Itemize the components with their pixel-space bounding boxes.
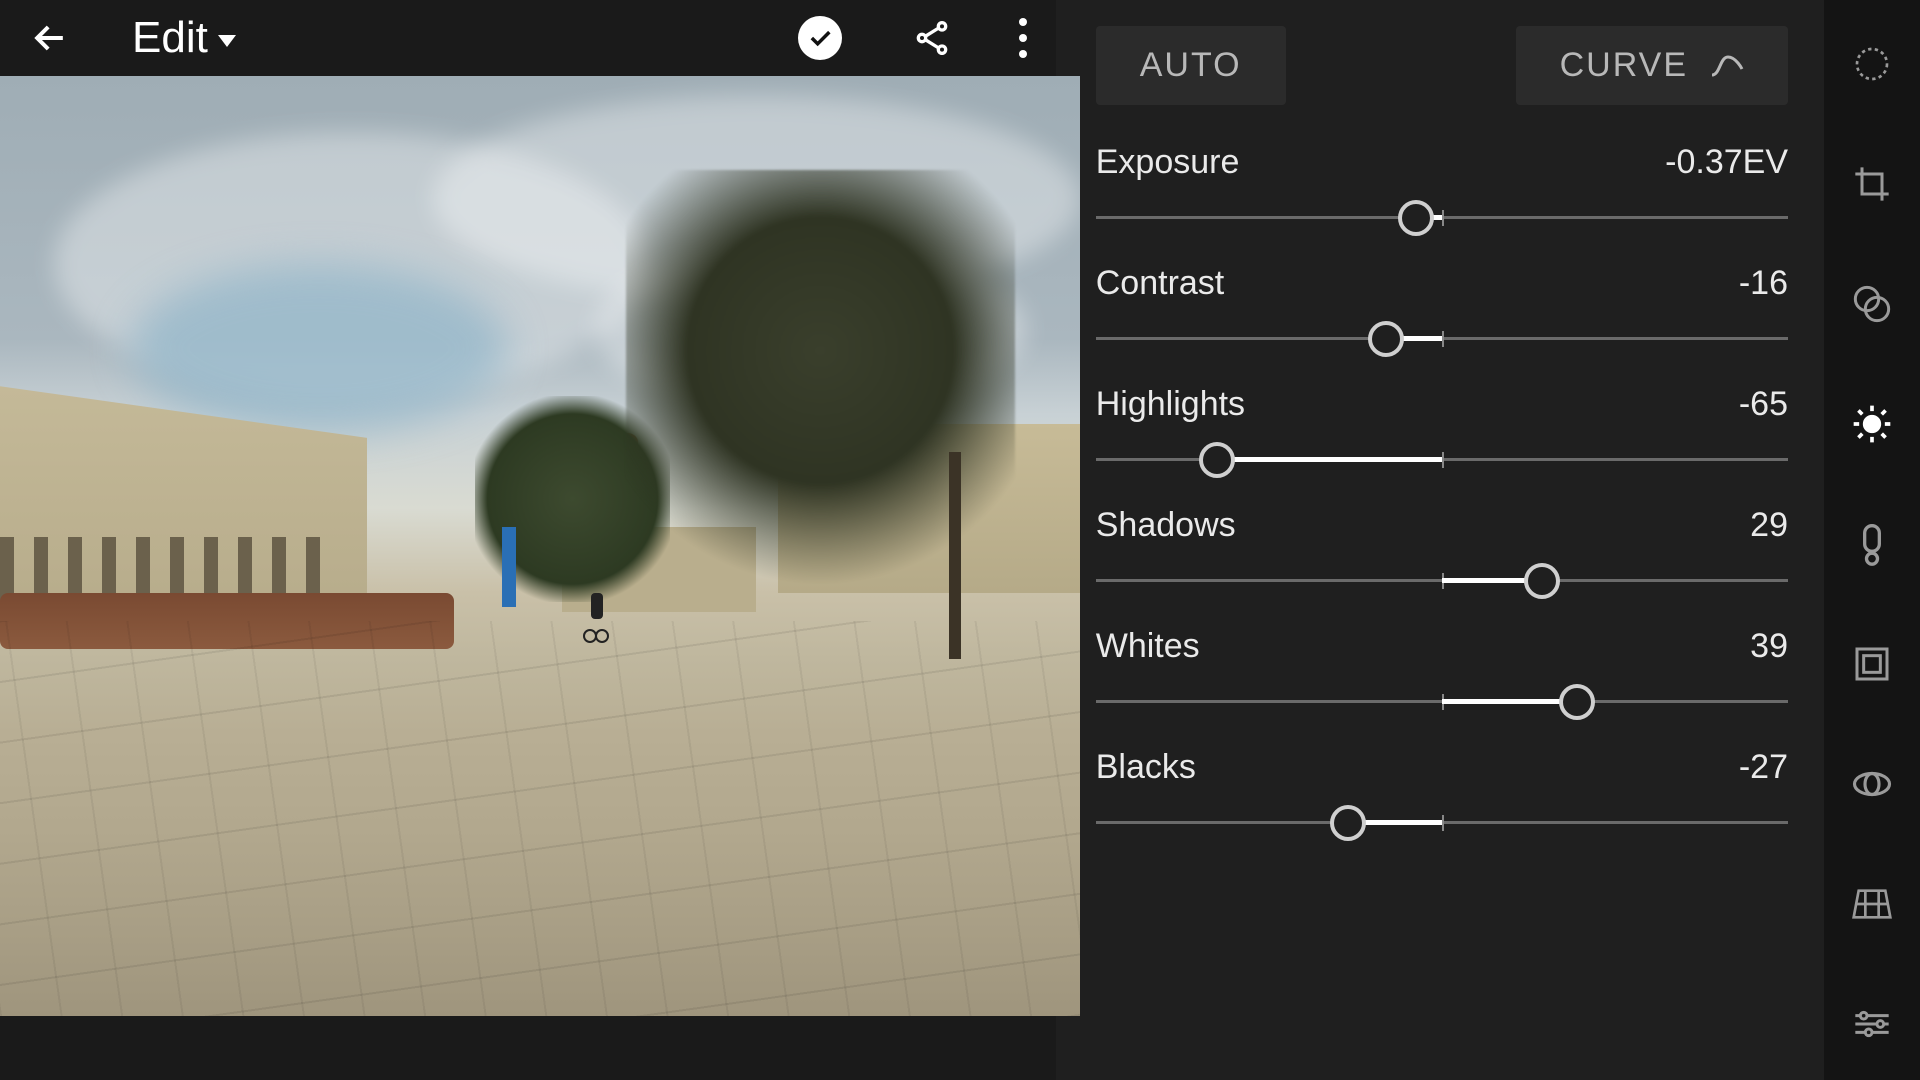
effects-tool-icon[interactable] — [1848, 640, 1896, 688]
shadows-slider[interactable]: Shadows 29 — [1096, 506, 1788, 599]
whites-slider[interactable]: Whites 39 — [1096, 627, 1788, 720]
photo-preview[interactable] — [0, 76, 1080, 1016]
light-tool-icon[interactable] — [1848, 400, 1896, 448]
whites-track[interactable] — [1096, 684, 1788, 720]
tool-rail — [1824, 0, 1920, 1080]
blacks-thumb[interactable] — [1330, 805, 1366, 841]
crop-tool-icon[interactable] — [1848, 160, 1896, 208]
highlights-slider[interactable]: Highlights -65 — [1096, 385, 1788, 478]
highlights-track[interactable] — [1096, 442, 1788, 478]
contrast-slider[interactable]: Contrast -16 — [1096, 264, 1788, 357]
blacks-label: Blacks — [1096, 748, 1196, 787]
healing-tool-icon[interactable] — [1848, 40, 1896, 88]
presets-tool-icon[interactable] — [1848, 280, 1896, 328]
mode-dropdown[interactable]: Edit — [132, 13, 236, 63]
contrast-value: -16 — [1739, 264, 1788, 303]
contrast-label: Contrast — [1096, 264, 1225, 303]
highlights-label: Highlights — [1096, 385, 1245, 424]
adjustments-panel: AUTO CURVE Exposure -0.37EV Contrast -16 Hig… — [1056, 0, 1920, 1080]
white-balance-tool-icon[interactable] — [1848, 520, 1896, 568]
shadows-value: 29 — [1750, 506, 1788, 545]
contrast-thumb[interactable] — [1368, 321, 1404, 357]
highlights-thumb[interactable] — [1199, 442, 1235, 478]
exposure-label: Exposure — [1096, 143, 1240, 182]
exposure-track[interactable] — [1096, 200, 1788, 236]
curve-icon — [1710, 55, 1744, 77]
shadows-label: Shadows — [1096, 506, 1236, 545]
optics-tool-icon[interactable] — [1848, 760, 1896, 808]
page-title: Edit — [132, 13, 208, 63]
blacks-value: -27 — [1739, 748, 1788, 787]
highlights-value: -65 — [1739, 385, 1788, 424]
geometry-tool-icon[interactable] — [1848, 880, 1896, 928]
whites-label: Whites — [1096, 627, 1200, 666]
settings-tool-icon[interactable] — [1848, 1000, 1896, 1048]
shadows-track[interactable] — [1096, 563, 1788, 599]
auto-button[interactable]: AUTO — [1096, 26, 1286, 105]
back-icon[interactable] — [28, 16, 72, 60]
share-icon[interactable] — [912, 18, 952, 58]
exposure-thumb[interactable] — [1398, 200, 1434, 236]
apply-button[interactable] — [798, 16, 842, 60]
shadows-thumb[interactable] — [1524, 563, 1560, 599]
exposure-slider[interactable]: Exposure -0.37EV — [1096, 143, 1788, 236]
top-bar: Edit — [0, 0, 1056, 76]
blacks-track[interactable] — [1096, 805, 1788, 841]
curve-label: CURVE — [1560, 46, 1688, 85]
exposure-value: -0.37EV — [1665, 143, 1788, 182]
curve-button[interactable]: CURVE — [1516, 26, 1788, 105]
contrast-track[interactable] — [1096, 321, 1788, 357]
preview-area: Edit — [0, 0, 1056, 1080]
auto-label: AUTO — [1140, 46, 1242, 85]
whites-thumb[interactable] — [1559, 684, 1595, 720]
chevron-down-icon — [218, 35, 236, 47]
more-icon[interactable] — [1018, 18, 1028, 58]
blacks-slider[interactable]: Blacks -27 — [1096, 748, 1788, 841]
whites-value: 39 — [1750, 627, 1788, 666]
